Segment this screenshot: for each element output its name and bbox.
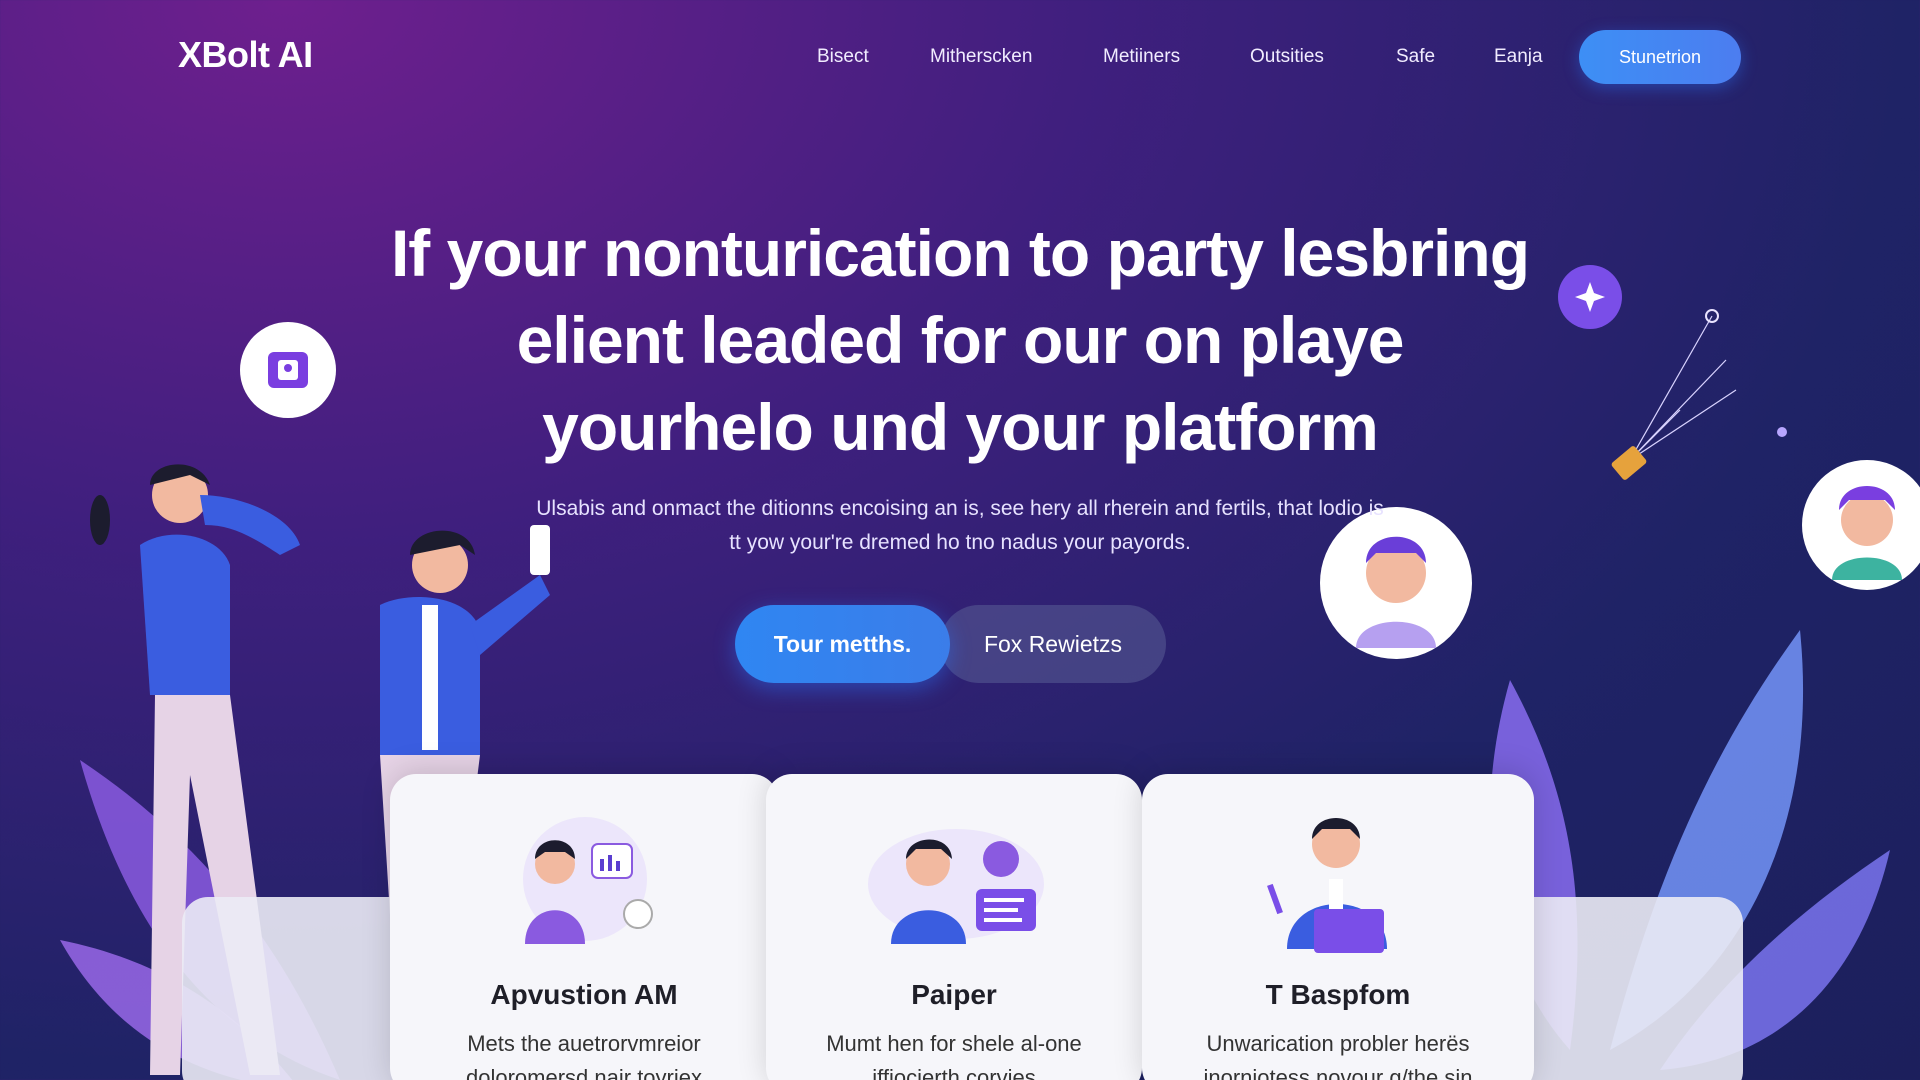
card-3-title: T Baspfom [1265, 979, 1411, 1010]
avatar-circle-edge [1802, 460, 1920, 590]
nav-link-6[interactable]: Eanja [1494, 46, 1543, 68]
nav-link-1[interactable]: Bisect [817, 46, 869, 68]
nav-link-4[interactable]: Outsities [1250, 46, 1324, 68]
hero-subtitle-line-1: Ulsabis and onmact the ditionns encoisin… [536, 497, 1384, 520]
hero-headline-line-1: If your nonturication to party lesbring [390, 216, 1530, 290]
laptop-person-icon [1267, 818, 1387, 953]
card-1-title: Apvustion AM [490, 979, 678, 1010]
secondary-cta-button[interactable]: Fox Rewietzs [940, 605, 1166, 683]
media-icon [240, 322, 336, 418]
hero-headline-line-2: elient leaded for our on playe [516, 303, 1405, 377]
hero-headline-line-3: yourhelo und your platform [542, 390, 1379, 464]
nav-link-5[interactable]: Safe [1396, 46, 1435, 68]
back-panel-left [182, 897, 422, 1080]
analytics-person-icon [523, 817, 653, 944]
feature-card-2[interactable]: Paiper Mumt hen for shele al-one iffioci… [766, 774, 1142, 1080]
hero-subtitle: Ulsabis and onmact the ditionns encoisin… [460, 492, 1460, 560]
back-panel-right [1500, 897, 1743, 1080]
nav-link-3[interactable]: Metiiners [1103, 46, 1180, 68]
card-2-desc: Mumt hen for shele al-one iffiocierth co… [826, 1031, 1082, 1080]
feature-card-1[interactable]: Apvustion AM Mets the auetrorvmreior dol… [390, 774, 778, 1080]
nav-link-2[interactable]: Mitherscken [930, 46, 1032, 68]
card-1-desc: Mets the auetrorvmreior doloromersd nair… [466, 1031, 702, 1080]
card-2-title: Paiper [911, 979, 997, 1010]
logo[interactable]: XBolt AI [178, 34, 313, 76]
card-3-desc: Unwarication probler herës inorniotess n… [1203, 1031, 1473, 1080]
hero-headline: If your nonturication to party lesbring … [330, 210, 1590, 471]
chat-person-icon [868, 829, 1044, 944]
top-nav: XBolt AI Bisect Mitherscken Metiiners Ou… [0, 0, 1920, 112]
nav-cta-button[interactable]: Stunetrion [1579, 30, 1741, 84]
network-decoration [1611, 309, 1787, 480]
primary-cta-button[interactable]: Tour metths. [735, 605, 950, 683]
feature-card-3[interactable]: T Baspfom Unwarication probler herës ino… [1142, 774, 1534, 1080]
hero-subtitle-line-2: tt yow your're dremed ho tno nadus your … [729, 531, 1191, 554]
